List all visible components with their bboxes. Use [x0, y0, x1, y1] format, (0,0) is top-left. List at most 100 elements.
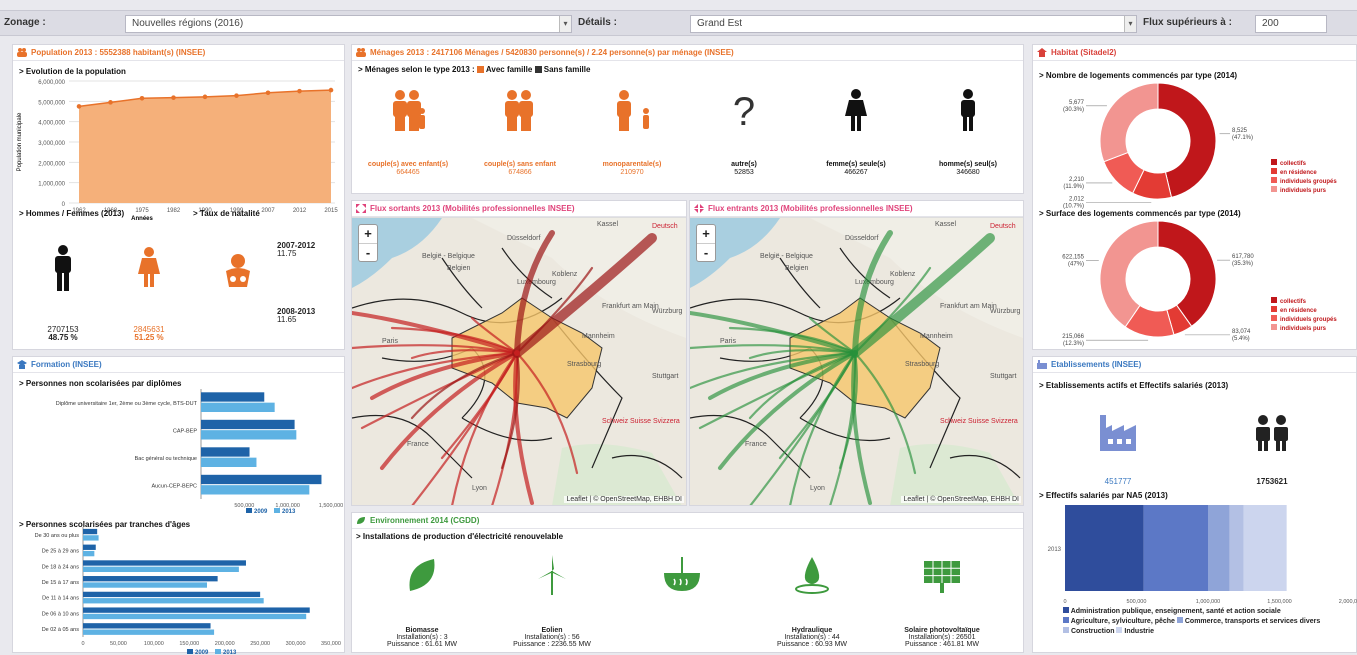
menage-type-value: 210970 [620, 169, 644, 176]
leg [963, 116, 967, 131]
zonage-select[interactable]: Nouvelles régions (2016) ▾ [125, 15, 572, 33]
legs [507, 116, 517, 131]
legend-label: individuels purs [1280, 326, 1327, 332]
na5-segment [1243, 505, 1287, 591]
bar-2013 [83, 613, 307, 620]
bar-2009 [201, 419, 295, 430]
pie-data-label: (47%) [1068, 262, 1084, 268]
hf-title: > Hommes / Femmes (2013) [19, 209, 125, 218]
x-tick-label: 2007 [261, 208, 275, 214]
na5-legend-swatch [1063, 617, 1069, 623]
map-place-label: Stuttgart [990, 373, 1017, 380]
chevron-down-icon[interactable]: ▾ [1124, 16, 1136, 32]
legend-swatch [1271, 324, 1277, 330]
y-tick-label: 3,000,000 [38, 141, 65, 147]
x-axis-label: Années [131, 216, 153, 222]
zoom-in-button[interactable]: + [697, 225, 715, 243]
y-tick-label: 2,000,000 [38, 161, 65, 167]
legend-swatch [1271, 168, 1277, 174]
environnement-subtitle: > Installations de production d'électric… [356, 532, 564, 541]
menages-subtitle: > Ménages selon le type 2013 : Avec fami… [358, 65, 591, 74]
na5-legend-row: Administration publique, enseignement, s… [1063, 607, 1353, 617]
x-tick-label: 2,000,000 [1339, 599, 1357, 605]
child-body [419, 115, 425, 129]
map-place-label: Strasbourg [905, 361, 939, 368]
head [521, 90, 531, 100]
pie-data-label: (30.3%) [1063, 107, 1084, 113]
env-item-name: Eolien [541, 627, 563, 634]
legend-label: collectifs [1280, 161, 1307, 167]
legend-label: individuels groupés [1280, 317, 1337, 323]
env-item-puissance: Puissance : 60.93 MW [776, 641, 848, 648]
map-place-label: France [407, 441, 429, 448]
bar-2009 [83, 591, 261, 598]
geothermal-icon [664, 557, 700, 591]
menage-type-4: femme(s) seule(s) 466267 [800, 83, 912, 183]
flux-entrants-map-canvas: Deutsch Kassel Düsseldorf België - Belgique… [690, 218, 1023, 505]
woman-icon [138, 247, 160, 287]
legend-label: 2009 [254, 509, 268, 515]
legend-label: collectifs [1280, 299, 1307, 305]
map-place-label: Luxembourg [855, 279, 894, 286]
pie-data-label: 622,155 [1062, 255, 1084, 261]
x-tick-label: 1,500,000 [319, 503, 343, 509]
water-drop-icon [795, 557, 829, 594]
flux-value: 200 [1262, 18, 1279, 29]
x-tick-label: 250,000 [250, 641, 270, 647]
menage-types: couple(s) avec enfant(s) 664465 couple(s) … [352, 83, 1025, 183]
factory-icon [1100, 415, 1136, 451]
menages-panel: Ménages 2013 : 2417106 Ménages / 5420830… [351, 44, 1024, 194]
zoom-out-button[interactable]: - [697, 243, 715, 261]
head [507, 90, 517, 100]
y-tick-label: 4,000,000 [38, 121, 65, 127]
menage-type-label: couple(s) avec enfant(s) [367, 161, 449, 168]
menage-type-value: 52853 [734, 169, 754, 176]
wind-turbine-icon [538, 555, 566, 595]
map-attribution[interactable]: Leaflet | © OpenStreetMap, EHBH DI [901, 496, 1021, 503]
body [617, 101, 631, 117]
habitat-panel: Habitat (Sitadel2) > Nombre de logements… [1032, 44, 1357, 350]
zoom-in-button[interactable]: + [359, 225, 377, 243]
population-point [202, 94, 208, 100]
legend-swatch [1271, 159, 1277, 165]
population-title: Population 2013 : 5552388 habitant(s) (I… [13, 45, 344, 61]
zoom-control: + - [358, 224, 378, 262]
menage-type-5: homme(s) seul(s) 346680 [912, 83, 1024, 183]
category-label: De 11 à 14 ans [42, 596, 79, 602]
pie-data-label: (5.4%) [1232, 336, 1250, 342]
leg [851, 116, 855, 131]
bar-2013 [201, 485, 310, 495]
y-tick-label: 5,000,000 [38, 100, 65, 106]
flux-sortants-map[interactable]: Deutsch Kassel Düsseldorf België - Belgique… [352, 217, 686, 505]
env-item: Hydraulique Installation(s) : 44 Puissance… [747, 547, 877, 652]
category-label: De 15 à 17 ans [42, 580, 80, 586]
category-label: 2013 [1048, 547, 1062, 553]
details-select[interactable]: Grand Est ▾ [690, 15, 1137, 33]
etablissements-panel: Etablissements (INSEE) > Etablissements … [1032, 356, 1357, 653]
na5-legend-swatch [1063, 627, 1069, 633]
hommes-pct: 48.75 % [48, 333, 78, 342]
map-attribution[interactable]: Leaflet | © OpenStreetMap, EHBH DI [564, 496, 684, 503]
flux-sortants-title: Flux sortants 2013 (Mobilités profession… [352, 201, 686, 217]
map-place-label: Würzburg [652, 308, 682, 315]
zoom-out-button[interactable]: - [359, 243, 377, 261]
panel-stand [940, 583, 944, 593]
legs [619, 116, 629, 131]
flux-entrants-map[interactable]: Deutsch Kassel Düsseldorf België - Belgique… [690, 217, 1023, 505]
map-place-label: België - Belgique [760, 253, 813, 260]
natalite-title: > Taux de natalité [193, 209, 260, 218]
body [393, 101, 407, 117]
map-place-label: Paris [382, 338, 398, 345]
legend-label: individuels groupés [1280, 179, 1337, 185]
diplomes-chart: Diplôme universitaire 1er, 2ème ou 3ème … [56, 389, 343, 515]
pie-data-label: 2,210 [1069, 177, 1085, 183]
x-tick-label: 350,000 [321, 641, 341, 647]
env-item-puissance: Puissance : 2236.55 MW [513, 641, 591, 648]
legs [409, 116, 419, 131]
chevron-down-icon[interactable]: ▾ [559, 16, 571, 32]
bar-2009 [83, 528, 98, 535]
flux-input[interactable]: 200 [1255, 15, 1327, 33]
leaf-icon [409, 559, 435, 591]
map-place-label: Koblenz [890, 271, 916, 278]
x-tick-label: 300,000 [286, 641, 306, 647]
